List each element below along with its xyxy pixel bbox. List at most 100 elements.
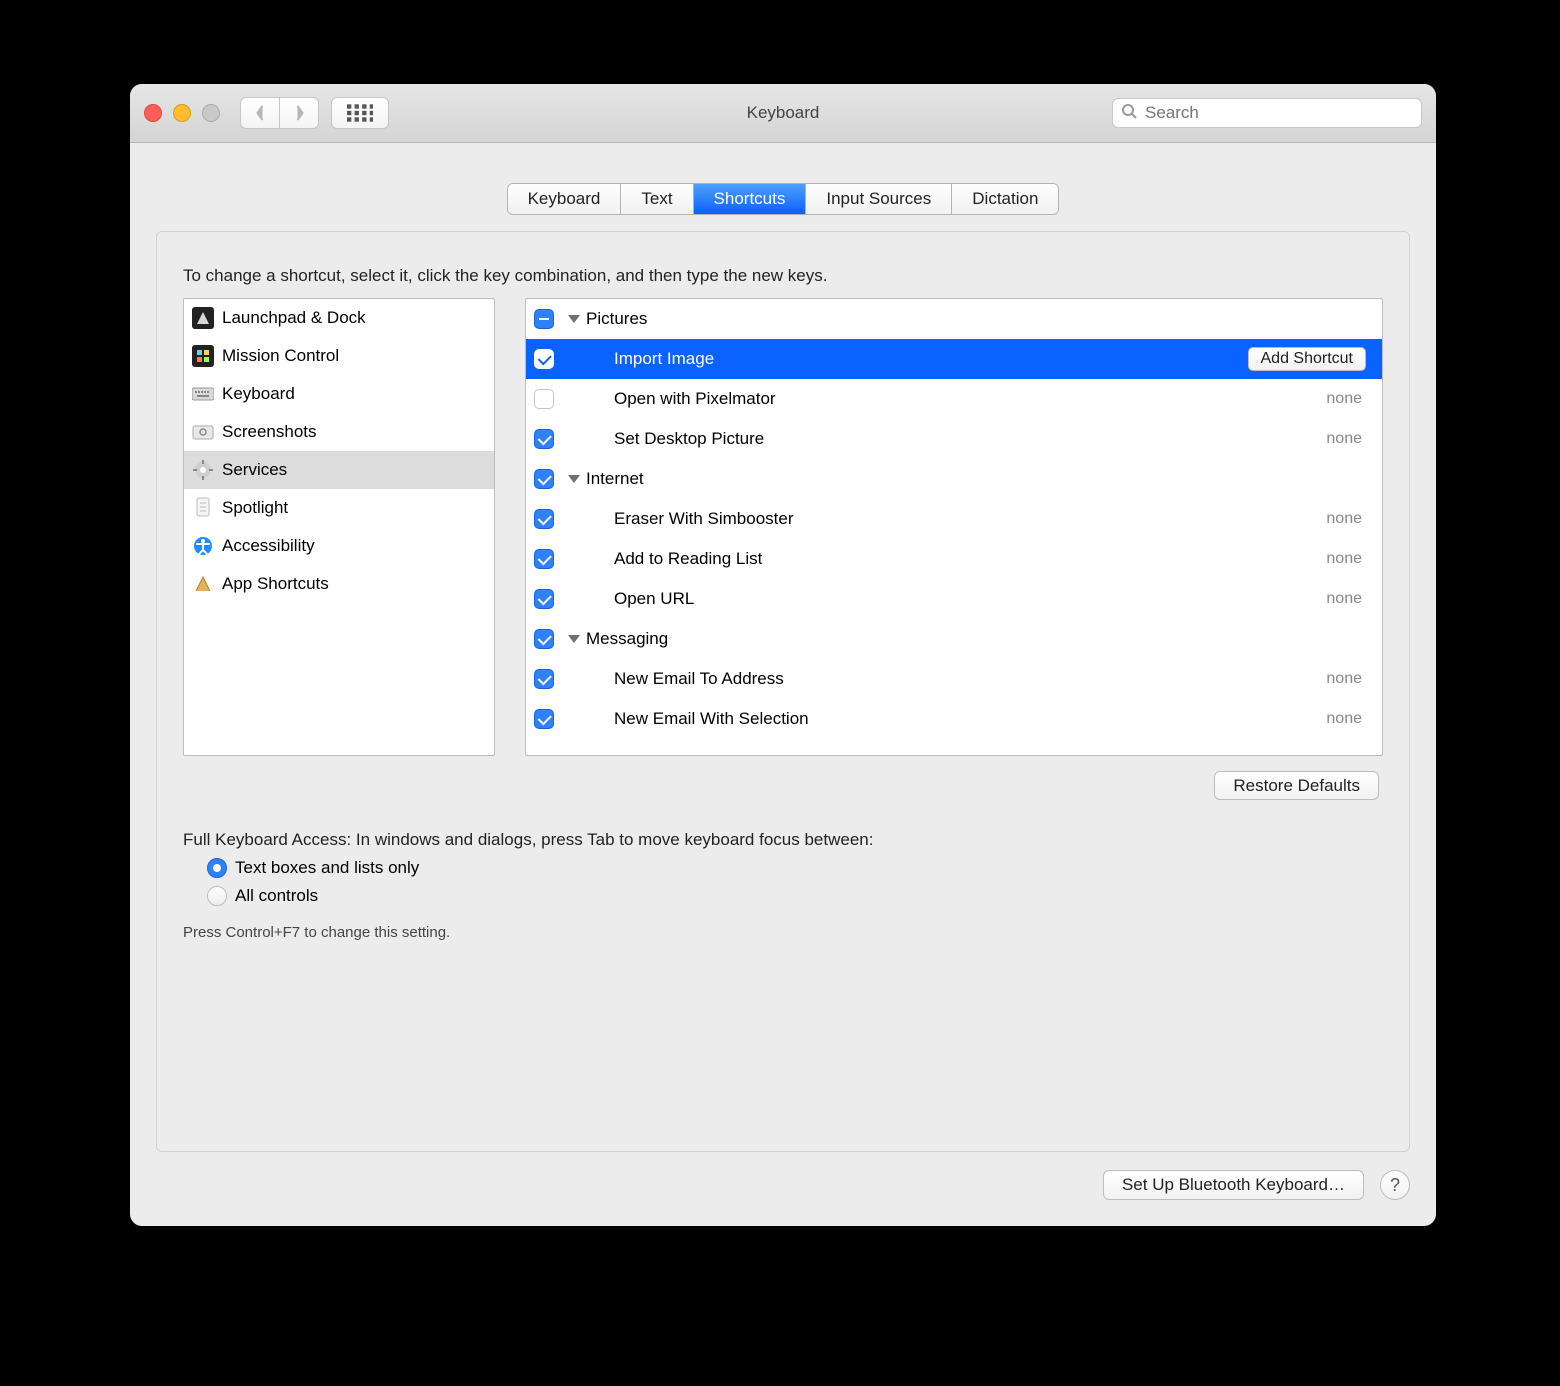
add-shortcut-button[interactable]: Add Shortcut <box>1248 347 1367 371</box>
checkbox[interactable] <box>534 309 554 329</box>
toolbar-nav <box>240 97 389 129</box>
window-body: Keyboard Text Shortcuts Input Sources Di… <box>130 143 1436 1226</box>
minimize-window-button[interactable] <box>173 104 191 122</box>
checkbox[interactable] <box>534 589 554 609</box>
item-set-desktop-picture[interactable]: Set Desktop Picture none <box>526 419 1382 459</box>
spotlight-icon <box>192 497 214 519</box>
preferences-window: Keyboard Keyboard Text Shortcuts Input S… <box>130 84 1436 1226</box>
restore-defaults-button[interactable]: Restore Defaults <box>1214 771 1379 800</box>
sidebar-item-keyboard[interactable]: Keyboard <box>184 375 494 413</box>
sidebar-item-label: Mission Control <box>222 346 339 366</box>
sidebar-item-app-shortcuts[interactable]: App Shortcuts <box>184 565 494 603</box>
radio-button[interactable] <box>207 886 227 906</box>
window-footer: Set Up Bluetooth Keyboard… ? <box>130 1152 1436 1226</box>
shortcut-value: none <box>1326 430 1362 448</box>
accessibility-icon <box>192 535 214 557</box>
radio-button[interactable] <box>207 858 227 878</box>
titlebar: Keyboard <box>130 84 1436 143</box>
search-icon <box>1121 103 1137 124</box>
services-icon <box>192 459 214 481</box>
checkbox[interactable] <box>534 469 554 489</box>
zoom-window-button[interactable] <box>202 104 220 122</box>
fka-hint: Press Control+F7 to change this setting. <box>183 924 1383 941</box>
sidebar-item-label: Launchpad & Dock <box>222 308 366 328</box>
shortcuts-panel: To change a shortcut, select it, click t… <box>156 231 1410 1152</box>
item-label: Open URL <box>614 589 1326 609</box>
launchpad-icon <box>192 307 214 329</box>
radio-text-boxes-only[interactable]: Text boxes and lists only <box>207 858 1383 878</box>
sidebar-item-launchpad-dock[interactable]: Launchpad & Dock <box>184 299 494 337</box>
checkbox[interactable] <box>534 509 554 529</box>
item-label: Set Desktop Picture <box>614 429 1326 449</box>
checkbox[interactable] <box>534 549 554 569</box>
shortcut-list[interactable]: Pictures Import Image Add Shortcut Open … <box>525 298 1383 756</box>
search-input[interactable] <box>1143 102 1413 124</box>
full-keyboard-access-label: Full Keyboard Access: In windows and dia… <box>183 830 1383 850</box>
screenshots-icon <box>192 421 214 443</box>
disclosure-triangle-icon[interactable] <box>568 315 580 323</box>
group-label: Internet <box>586 469 1366 489</box>
sidebar-item-label: App Shortcuts <box>222 574 329 594</box>
disclosure-triangle-icon[interactable] <box>568 635 580 643</box>
group-internet[interactable]: Internet <box>526 459 1382 499</box>
sidebar-item-mission-control[interactable]: Mission Control <box>184 337 494 375</box>
shortcut-value: none <box>1326 710 1362 728</box>
tab-input-sources[interactable]: Input Sources <box>806 184 952 214</box>
group-label: Pictures <box>586 309 1366 329</box>
sidebar-item-accessibility[interactable]: Accessibility <box>184 527 494 565</box>
sidebar-item-label: Services <box>222 460 287 480</box>
category-list[interactable]: Launchpad & Dock Mission Control <box>183 298 495 756</box>
mission-control-icon <box>192 345 214 367</box>
item-add-to-reading-list[interactable]: Add to Reading List none <box>526 539 1382 579</box>
group-messaging[interactable]: Messaging <box>526 619 1382 659</box>
instructions-text: To change a shortcut, select it, click t… <box>183 266 1383 286</box>
radio-label: Text boxes and lists only <box>235 858 419 878</box>
item-label: Import Image <box>614 349 1248 369</box>
sidebar-item-label: Spotlight <box>222 498 288 518</box>
checkbox[interactable] <box>534 389 554 409</box>
item-import-image[interactable]: Import Image Add Shortcut <box>526 339 1382 379</box>
app-shortcuts-icon <box>192 573 214 595</box>
sidebar-item-screenshots[interactable]: Screenshots <box>184 413 494 451</box>
shortcut-value: none <box>1326 550 1362 568</box>
tab-bar: Keyboard Text Shortcuts Input Sources Di… <box>507 183 1060 215</box>
item-label: Add to Reading List <box>614 549 1326 569</box>
item-label: Eraser With Simbooster <box>614 509 1326 529</box>
back-button[interactable] <box>240 97 279 129</box>
item-open-with-pixelmator[interactable]: Open with Pixelmator none <box>526 379 1382 419</box>
sidebar-item-services[interactable]: Services <box>184 451 494 489</box>
tab-keyboard[interactable]: Keyboard <box>508 184 622 214</box>
help-button[interactable]: ? <box>1380 1170 1410 1200</box>
setup-bluetooth-keyboard-button[interactable]: Set Up Bluetooth Keyboard… <box>1103 1170 1364 1200</box>
forward-button[interactable] <box>279 97 319 129</box>
item-new-email-to-address[interactable]: New Email To Address none <box>526 659 1382 699</box>
sidebar-item-label: Screenshots <box>222 422 317 442</box>
item-label: Open with Pixelmator <box>614 389 1326 409</box>
group-pictures[interactable]: Pictures <box>526 299 1382 339</box>
search-field[interactable] <box>1112 98 1422 128</box>
disclosure-triangle-icon[interactable] <box>568 475 580 483</box>
close-window-button[interactable] <box>144 104 162 122</box>
sidebar-item-label: Accessibility <box>222 536 315 556</box>
item-open-url[interactable]: Open URL none <box>526 579 1382 619</box>
shortcut-value: none <box>1326 590 1362 608</box>
checkbox[interactable] <box>534 629 554 649</box>
checkbox[interactable] <box>534 349 554 369</box>
sidebar-item-label: Keyboard <box>222 384 295 404</box>
tab-shortcuts[interactable]: Shortcuts <box>694 184 807 214</box>
checkbox[interactable] <box>534 669 554 689</box>
radio-label: All controls <box>235 886 318 906</box>
keyboard-icon <box>192 383 214 405</box>
show-all-button[interactable] <box>331 97 389 129</box>
radio-all-controls[interactable]: All controls <box>207 886 1383 906</box>
checkbox[interactable] <box>534 709 554 729</box>
tab-dictation[interactable]: Dictation <box>952 184 1058 214</box>
tab-text[interactable]: Text <box>621 184 693 214</box>
item-new-email-with-selection[interactable]: New Email With Selection none <box>526 699 1382 739</box>
checkbox[interactable] <box>534 429 554 449</box>
shortcut-value: none <box>1326 670 1362 688</box>
item-label: New Email With Selection <box>614 709 1326 729</box>
window-controls <box>144 104 220 122</box>
item-eraser-with-simbooster[interactable]: Eraser With Simbooster none <box>526 499 1382 539</box>
sidebar-item-spotlight[interactable]: Spotlight <box>184 489 494 527</box>
